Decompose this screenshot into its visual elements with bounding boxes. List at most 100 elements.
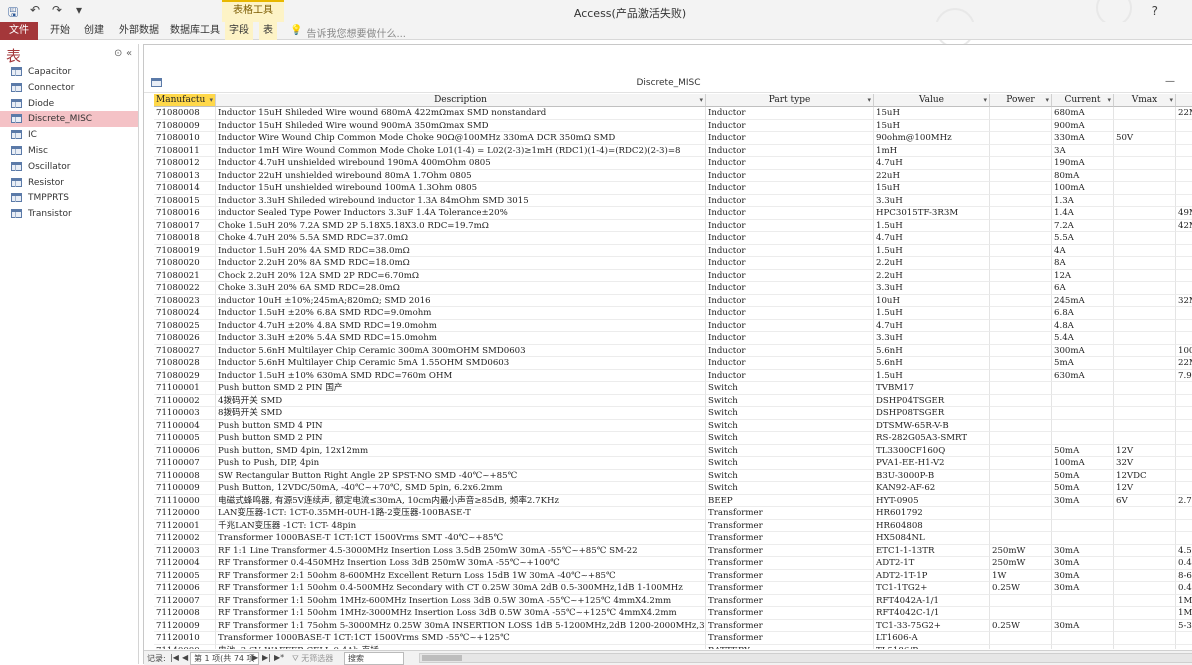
table-cell[interactable] xyxy=(1114,644,1176,649)
table-cell[interactable]: inductor 10uH ±10%;245mA;820mΩ; SMD 2016 xyxy=(216,294,706,307)
table-cell[interactable] xyxy=(1176,432,1192,445)
table-cell[interactable]: 5.6nH xyxy=(874,344,990,357)
table-cell[interactable] xyxy=(990,594,1052,607)
table-cell[interactable]: RF Transformer 2:1 50ohm 8-600MHz Excell… xyxy=(216,569,706,582)
table-cell[interactable]: Switch xyxy=(706,419,874,432)
record-position[interactable]: 第 1 项(共 74 项 xyxy=(190,652,259,665)
table-cell[interactable]: 71080022 xyxy=(154,282,216,295)
nav-item-resistor[interactable]: Resistor xyxy=(0,175,138,191)
table-row[interactable]: 71080020 Inductor 2.2uH 20% 8A SMD RDC=18… xyxy=(154,257,1192,270)
table-cell[interactable]: BATTERY xyxy=(706,644,874,649)
table-cell[interactable]: 5.4A xyxy=(1052,332,1114,345)
table-cell[interactable]: Push button SMD 2 PIN 国产 xyxy=(216,382,706,395)
table-cell[interactable]: Transformer xyxy=(706,544,874,557)
table-row[interactable]: 71080019 Inductor 1.5uH 20% 4A SMD RDC=38… xyxy=(154,244,1192,257)
table-cell[interactable]: Inductor 5.6nH Multilayer Chip Ceramic 5… xyxy=(216,357,706,370)
table-cell[interactable]: TC1-1TG2+ xyxy=(874,582,990,595)
table-cell[interactable]: Inductor xyxy=(706,144,874,157)
column-header[interactable]: Power ▾ xyxy=(990,94,1052,107)
table-cell[interactable] xyxy=(990,432,1052,445)
table-cell[interactable] xyxy=(990,407,1052,420)
nav-item-misc[interactable]: Misc xyxy=(0,143,138,159)
table-cell[interactable]: 71100004 xyxy=(154,419,216,432)
table-cell[interactable]: RF Transformer 1:1 50ohm 0.4-500MHz Seco… xyxy=(216,582,706,595)
table-cell[interactable]: 71120001 xyxy=(154,519,216,532)
table-cell[interactable]: RFT4042A-1/1 xyxy=(874,594,990,607)
table-row[interactable]: 71080016 inductor Sealed Type Power Induc… xyxy=(154,207,1192,220)
table-cell[interactable] xyxy=(1114,544,1176,557)
table-cell[interactable]: 71080008 xyxy=(154,107,216,120)
table-cell[interactable] xyxy=(990,494,1052,507)
table-row[interactable]: 71120005 RF Transformer 2:1 50ohm 8-600MH… xyxy=(154,569,1192,582)
table-row[interactable]: 71120000 LAN变压器-1CT: 1CT-0.35MH-0UH-1路-2变… xyxy=(154,507,1192,520)
table-cell[interactable] xyxy=(990,644,1052,649)
table-row[interactable]: 71100009 Push Button, 12VDC/50mA, -40℃~+7… xyxy=(154,482,1192,495)
table-cell[interactable]: 71120004 xyxy=(154,557,216,570)
table-row[interactable]: 71080011 Inductor 1mH Wire Wound Common M… xyxy=(154,144,1192,157)
table-cell[interactable]: Inductor 3.3uH Shileded wirebound induct… xyxy=(216,194,706,207)
sort-filter-icon[interactable]: ▾ xyxy=(699,94,703,106)
table-cell[interactable]: 71100008 xyxy=(154,469,216,482)
table-row[interactable]: 71120003 RF 1:1 Line Transformer 4.5-3000… xyxy=(154,544,1192,557)
table-cell[interactable]: RF 1:1 Line Transformer 4.5-3000MHz Inse… xyxy=(216,544,706,557)
table-cell[interactable]: Inductor xyxy=(706,194,874,207)
table-cell[interactable] xyxy=(1114,394,1176,407)
table-row[interactable]: 71080009 Inductor 15uH Shileded Wire woun… xyxy=(154,119,1192,132)
table-cell[interactable]: Choke 3.3uH 20% 6A SMD RDC=28.0mΩ xyxy=(216,282,706,295)
table-cell[interactable] xyxy=(1176,457,1192,470)
table-cell[interactable]: 15uH xyxy=(874,182,990,195)
table-cell[interactable]: 0.4-4 xyxy=(1176,557,1192,570)
table-row[interactable]: 71080027 Inductor 5.6nH Multilayer Chip C… xyxy=(154,344,1192,357)
tab-database-tools[interactable]: 数据库工具 xyxy=(170,22,220,40)
table-cell[interactable]: Inductor xyxy=(706,269,874,282)
table-cell[interactable] xyxy=(990,182,1052,195)
table-cell[interactable]: 5.5A xyxy=(1052,232,1114,245)
table-cell[interactable] xyxy=(1176,470,1192,482)
table-cell[interactable]: HYT-0905 xyxy=(874,494,990,507)
table-cell[interactable]: Inductor xyxy=(706,244,874,257)
table-cell[interactable]: Inductor xyxy=(706,107,874,120)
table-cell[interactable]: Push button, SMD 4pin, 12x12mm xyxy=(216,444,706,457)
table-cell[interactable]: 2.2uH xyxy=(874,269,990,282)
table-row[interactable]: 71120002 Transformer 1000BASE-T 1CT:1CT 1… xyxy=(154,532,1192,545)
table-cell[interactable]: Inductor 15uH unshielded wirebound 100mA… xyxy=(216,182,706,195)
table-cell[interactable] xyxy=(990,394,1052,407)
table-row[interactable]: 71120006 RF Transformer 1:1 50ohm 0.4-500… xyxy=(154,582,1192,595)
first-record-button[interactable]: |◀ xyxy=(170,653,179,662)
table-cell[interactable] xyxy=(990,219,1052,232)
nav-item-oscillator[interactable]: Oscillator xyxy=(0,159,138,175)
table-cell[interactable] xyxy=(1114,582,1176,595)
table-cell[interactable]: Transformer xyxy=(706,632,874,645)
table-row[interactable]: 71100003 8拨码开关 SMD Switch DSHP08TSGER xyxy=(154,407,1192,420)
table-cell[interactable]: Transformer xyxy=(706,507,874,520)
table-cell[interactable] xyxy=(1052,532,1114,545)
table-cell[interactable]: Transformer xyxy=(706,607,874,620)
table-cell[interactable]: RFT4042C-1/1 xyxy=(874,607,990,620)
nav-item-ic[interactable]: IC xyxy=(0,127,138,143)
table-cell[interactable] xyxy=(990,294,1052,307)
sort-filter-icon[interactable]: ▾ xyxy=(209,94,213,106)
table-cell[interactable]: 4.7uH xyxy=(874,232,990,245)
table-cell[interactable]: Inductor xyxy=(706,307,874,320)
table-cell[interactable]: 30mA xyxy=(1052,494,1114,507)
table-row[interactable]: 71120004 RF Transformer 0.4-450MHz Insert… xyxy=(154,557,1192,570)
table-cell[interactable] xyxy=(1052,432,1114,445)
table-cell[interactable]: 12A xyxy=(1052,269,1114,282)
table-cell[interactable]: 71080025 xyxy=(154,319,216,332)
table-row[interactable]: 71080023 inductor 10uH ±10%;245mA;820mΩ; … xyxy=(154,294,1192,307)
table-cell[interactable]: 千兆LAN变压器 -1CT: 1CT- 48pin xyxy=(216,519,706,532)
table-cell[interactable]: 32V xyxy=(1114,457,1176,470)
table-cell[interactable] xyxy=(1176,195,1192,207)
table-cell[interactable]: 50mA xyxy=(1052,444,1114,457)
table-cell[interactable]: 680mA xyxy=(1052,107,1114,120)
table-cell[interactable] xyxy=(1176,445,1192,457)
table-cell[interactable] xyxy=(1114,357,1176,370)
table-cell[interactable]: DSHP04TSGER xyxy=(874,394,990,407)
table-cell[interactable]: 30mA xyxy=(1052,582,1114,595)
table-cell[interactable] xyxy=(990,607,1052,620)
table-cell[interactable] xyxy=(1052,644,1114,649)
nav-item-tmpprts[interactable]: TMPPRTS xyxy=(0,190,138,206)
table-cell[interactable]: 71110000 xyxy=(154,494,216,507)
table-cell[interactable]: 1MHz- xyxy=(1176,595,1192,607)
table-cell[interactable]: 4拨码开关 SMD xyxy=(216,394,706,407)
